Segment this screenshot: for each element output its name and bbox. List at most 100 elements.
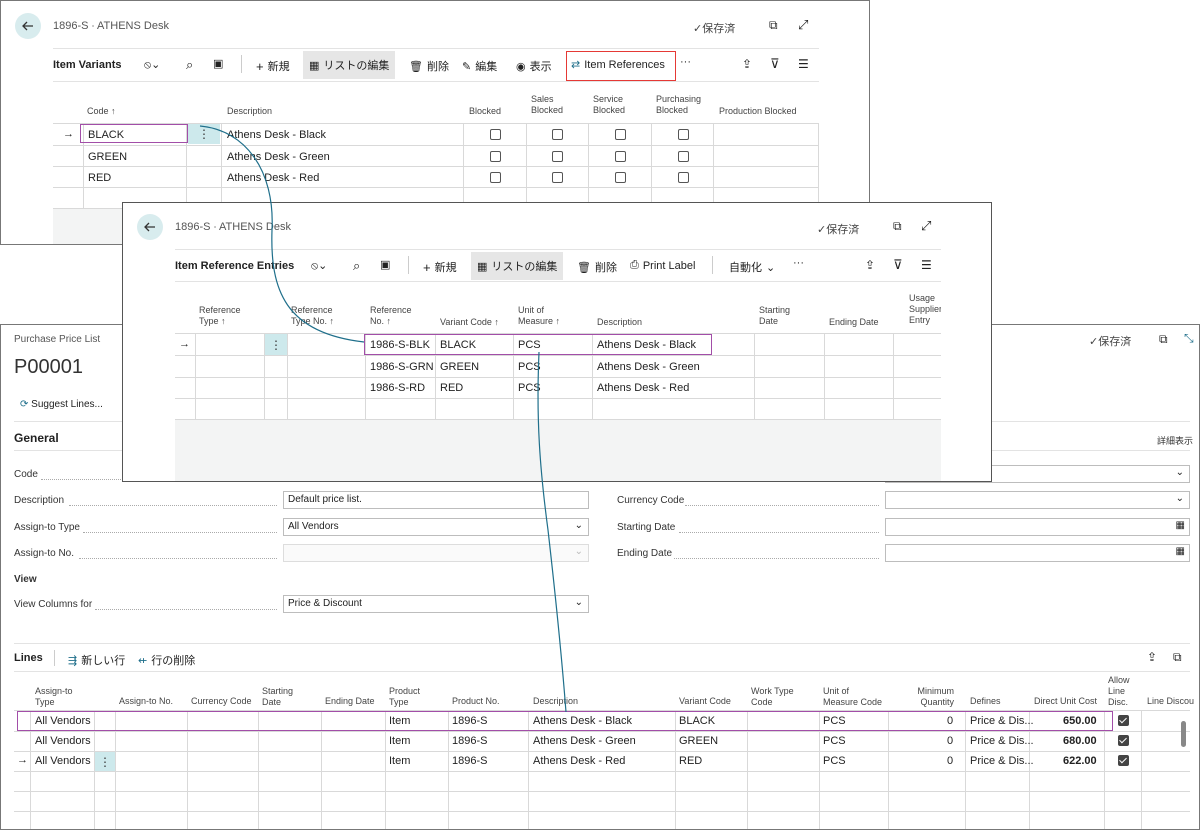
share-icon[interactable]: ⇪ — [1147, 650, 1157, 664]
line-product-type[interactable]: Item — [389, 735, 410, 747]
list-view-icon[interactable]: ☰ — [921, 258, 932, 272]
back-button[interactable] — [137, 214, 163, 240]
calendar-icon[interactable]: ▦ — [1176, 546, 1185, 557]
line-product-type[interactable]: Item — [389, 755, 410, 767]
assign-to-type-select[interactable]: All Vendors ⌄ — [283, 518, 589, 536]
col-starting-date[interactable]: Starting Date — [759, 305, 799, 327]
open-new-window-icon[interactable]: ⧉ — [1159, 332, 1168, 347]
col-currency-code[interactable]: Currency Code — [191, 696, 252, 707]
expand-icon[interactable]: ⤢ — [798, 17, 808, 33]
col-line-discount[interactable]: Line Discou — [1147, 696, 1194, 707]
reference-no[interactable]: 1986-S-GRN — [370, 361, 434, 373]
variant-code[interactable]: GREEN — [88, 151, 127, 163]
new-button[interactable]: + 新規 — [423, 259, 457, 275]
edit-button[interactable]: ✎ 編集 — [462, 58, 497, 74]
col-assign-to-type[interactable]: Assign-to Type — [35, 686, 83, 708]
col-defines[interactable]: Defines — [970, 696, 1001, 707]
blocked-checkbox[interactable] — [490, 172, 501, 183]
delete-button[interactable]: 🗑 削除 — [577, 259, 617, 275]
variant-description[interactable]: Athens Desk - Black — [227, 129, 326, 141]
line-direct-unit-cost[interactable]: 622.00 — [1063, 755, 1097, 767]
allow-line-disc-checkbox[interactable] — [1118, 755, 1129, 766]
col-ending-date[interactable]: Ending Date — [325, 696, 375, 707]
col-unit-of-measure[interactable]: Unit of Measure ↑ — [518, 305, 578, 327]
blocked-checkbox[interactable] — [490, 151, 501, 162]
share-icon[interactable]: ⇪ — [865, 258, 875, 272]
line-variant-code[interactable]: GREEN — [679, 735, 718, 747]
col-uom-code[interactable]: Unit of Measure Code — [823, 686, 883, 708]
col-usage-supplier-entry[interactable]: Usage Supplier Entry — [909, 293, 941, 326]
ending-date-input[interactable]: ▦ — [885, 544, 1190, 562]
line-assign-to-type[interactable]: All Vendors — [35, 755, 91, 767]
search-icon[interactable]: ⌕ — [353, 258, 360, 274]
col-reference-type[interactable]: Reference Type ↑ — [199, 305, 249, 327]
more-actions-icon[interactable]: ··· — [793, 257, 804, 269]
calendar-icon[interactable]: ▦ — [1176, 520, 1185, 531]
line-min-quantity[interactable]: 0 — [947, 755, 953, 767]
purchasing-blocked-checkbox[interactable] — [678, 129, 689, 140]
line-assign-to-type[interactable]: All Vendors — [35, 735, 91, 747]
col-description[interactable]: Description — [227, 106, 272, 117]
reference-description[interactable]: Athens Desk - Green — [597, 361, 700, 373]
delete-button[interactable]: 🗑 削除 — [409, 58, 449, 74]
line-variant-code[interactable]: RED — [679, 755, 702, 767]
reference-uom[interactable]: PCS — [518, 361, 541, 373]
col-code[interactable]: Code ↑ — [87, 106, 116, 117]
back-button[interactable] — [15, 13, 41, 39]
col-reference-no[interactable]: Reference No. ↑ — [370, 305, 420, 327]
service-blocked-checkbox[interactable] — [615, 172, 626, 183]
line-uom[interactable]: PCS — [823, 735, 846, 747]
starting-date-input[interactable]: ▦ — [885, 518, 1190, 536]
col-reference-type-no[interactable]: Reference Type No. ↑ — [291, 305, 351, 327]
search-icon[interactable]: ⌕ — [186, 57, 193, 73]
blocked-checkbox[interactable] — [490, 129, 501, 140]
col-variant-code[interactable]: Variant Code — [679, 696, 731, 707]
sales-blocked-checkbox[interactable] — [552, 129, 563, 140]
col-description[interactable]: Description — [533, 696, 578, 707]
variant-description[interactable]: Athens Desk - Red — [227, 172, 319, 184]
open-new-window-icon[interactable]: ⧉ — [769, 18, 778, 33]
col-minimum-quantity[interactable]: Minimum Quantity — [906, 686, 954, 708]
expand-icon[interactable]: ⤢ — [921, 218, 931, 234]
line-product-no[interactable]: 1896-S — [452, 755, 487, 767]
line-description[interactable]: Athens Desk - Green — [533, 735, 636, 747]
filter-icon[interactable]: ⊽ — [893, 257, 903, 273]
allow-line-disc-checkbox[interactable] — [1118, 735, 1129, 746]
share-icon[interactable]: ⇪ — [742, 57, 752, 71]
col-assign-to-no[interactable]: Assign-to No. — [119, 696, 173, 707]
row-actions-icon[interactable]: ⋮ — [95, 752, 115, 771]
delete-line-button[interactable]: ⇷ 行の削除 — [138, 652, 195, 668]
line-direct-unit-cost[interactable]: 680.00 — [1063, 735, 1097, 747]
expand-lines-icon[interactable]: ⧉ — [1173, 650, 1182, 665]
open-new-window-icon[interactable]: ⧉ — [893, 219, 902, 234]
reference-description[interactable]: Athens Desk - Red — [597, 382, 689, 394]
edit-list-button[interactable]: ▦ リストの編集 — [303, 51, 396, 79]
general-section-title[interactable]: General — [14, 431, 59, 445]
filter-icon[interactable]: ⊽ — [770, 56, 780, 72]
row-actions-icon[interactable]: ⋮ — [188, 124, 220, 144]
reference-variant-code[interactable]: GREEN — [440, 361, 479, 373]
suggest-lines-button[interactable]: ⟳ Suggest Lines... — [20, 399, 103, 410]
collapse-icon[interactable]: ⤡ — [1184, 331, 1194, 346]
automate-menu[interactable]: 自動化 ⌄ — [729, 259, 775, 275]
service-blocked-checkbox[interactable] — [615, 151, 626, 162]
purchasing-blocked-checkbox[interactable] — [678, 151, 689, 162]
line-product-no[interactable]: 1896-S — [452, 735, 487, 747]
filter-pane-icon[interactable]: ▣ — [380, 258, 390, 271]
reference-variant-code[interactable]: RED — [440, 382, 463, 394]
line-min-quantity[interactable]: 0 — [947, 735, 953, 747]
show-more-link[interactable]: 詳細表示 — [1157, 434, 1193, 447]
col-production-blocked[interactable]: Production Blocked — [719, 106, 797, 117]
sales-blocked-checkbox[interactable] — [552, 172, 563, 183]
col-product-no[interactable]: Product No. — [452, 696, 500, 707]
line-defines[interactable]: Price & Dis... — [970, 735, 1034, 747]
vertical-scrollbar[interactable] — [1181, 721, 1186, 747]
variant-description[interactable]: Athens Desk - Green — [227, 151, 330, 163]
variant-code[interactable]: RED — [88, 172, 111, 184]
list-view-icon[interactable]: ☰ — [798, 57, 809, 71]
col-work-type-code[interactable]: Work Type Code — [751, 686, 801, 708]
description-input[interactable]: Default price list. — [283, 491, 589, 509]
line-description[interactable]: Athens Desk - Red — [533, 755, 625, 767]
new-button[interactable]: + 新規 — [256, 58, 290, 74]
view-columns-select[interactable]: Price & Discount ⌄ — [283, 595, 589, 613]
